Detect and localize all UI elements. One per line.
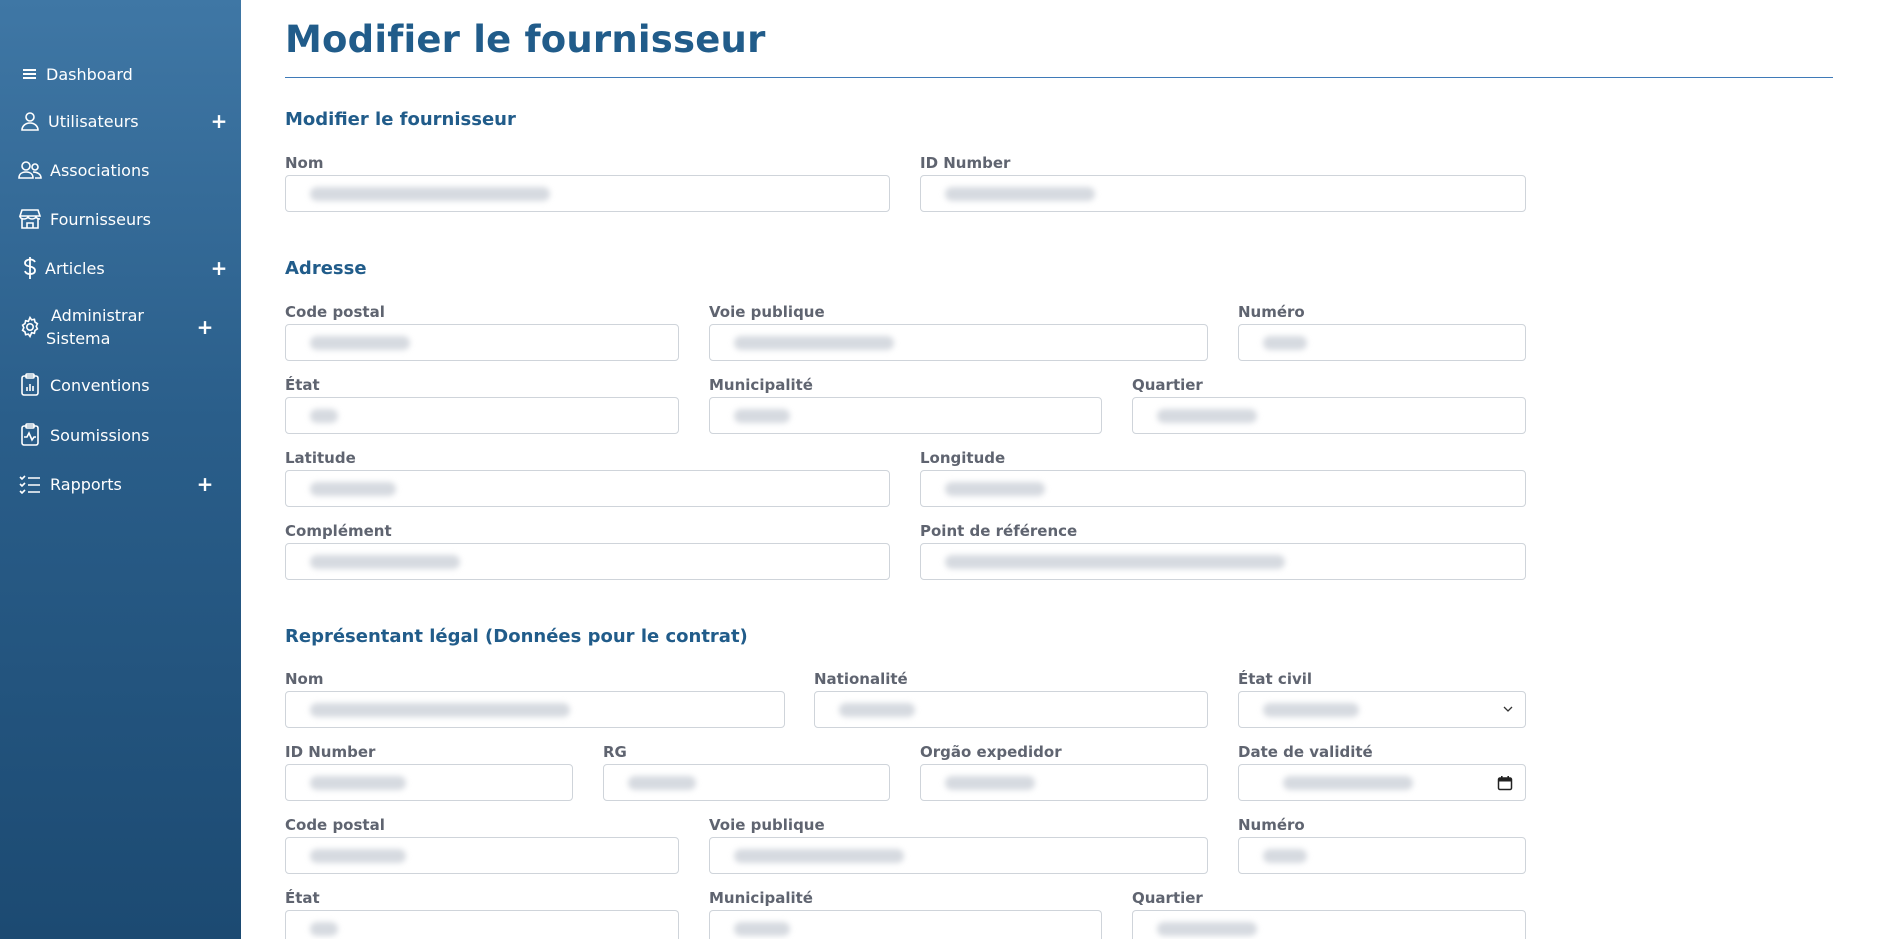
clipboard-pulse-icon [18, 423, 42, 447]
sidebar-item-dashboard[interactable]: Dashboard [0, 57, 241, 91]
legal-rep-number-input[interactable] [1238, 837, 1526, 874]
chevron-down-icon [1501, 702, 1515, 716]
legal-rep-city-input[interactable] [709, 910, 1102, 939]
supplier-id-input[interactable] [920, 175, 1526, 212]
legal-rep-nationality-label: Nationalité [814, 670, 908, 688]
store-icon [18, 207, 42, 231]
gear-icon [18, 315, 42, 339]
legal-rep-state-input[interactable] [285, 910, 679, 939]
sidebar-item-label: Administrar Sistema [46, 306, 145, 348]
sidebar-item-label: Associations [50, 160, 150, 180]
address-state-label: État [285, 376, 320, 394]
dollar-icon [18, 256, 42, 280]
legal-rep-district-label: Quartier [1132, 889, 1203, 907]
checklist-icon [18, 472, 42, 496]
address-postal-code-label: Code postal [285, 303, 385, 321]
sidebar-item-soumissions[interactable]: Soumissions [0, 418, 241, 452]
address-longitude-label: Longitude [920, 449, 1006, 467]
address-latitude-input[interactable] [285, 470, 890, 507]
legal-rep-issuer-label: Orgão expedidor [920, 743, 1062, 761]
sidebar: Dashboard Utilisateurs + Associations Fo… [0, 0, 241, 939]
address-street-label: Voie publique [709, 303, 825, 321]
legal-rep-city-label: Municipalité [709, 889, 813, 907]
address-complement-label: Complément [285, 522, 392, 540]
address-number-label: Numéro [1238, 303, 1305, 321]
legal-rep-validity-date-input[interactable] [1238, 764, 1526, 801]
sidebar-item-label: Dashboard [46, 64, 133, 84]
page-title: Modifier le fournisseur [285, 18, 766, 61]
sidebar-item-label: Utilisateurs [48, 111, 139, 131]
section-title-legal-rep: Représentant légal (Données pour le cont… [285, 626, 748, 647]
supplier-name-input[interactable] [285, 175, 890, 212]
legal-rep-street-label: Voie publique [709, 816, 825, 834]
sidebar-item-rapports[interactable]: Rapports + [0, 467, 241, 501]
legal-rep-validity-label: Date de validité [1238, 743, 1373, 761]
legal-rep-rg-label: RG [603, 743, 627, 761]
sidebar-item-conventions[interactable]: Conventions [0, 368, 241, 402]
user-icon [18, 109, 42, 133]
legal-rep-id-input[interactable] [285, 764, 573, 801]
legal-rep-district-input[interactable] [1132, 910, 1526, 939]
section-title-supplier: Modifier le fournisseur [285, 109, 516, 130]
expand-icon[interactable]: + [211, 111, 228, 131]
legal-rep-name-label: Nom [285, 670, 324, 688]
address-district-label: Quartier [1132, 376, 1203, 394]
main-content: Modifier le fournisseur Modifier le four… [285, 0, 1835, 939]
sidebar-item-label: Fournisseurs [50, 209, 152, 229]
calendar-icon[interactable] [1497, 775, 1513, 791]
title-divider [285, 77, 1833, 78]
address-reference-input[interactable] [920, 543, 1526, 580]
legal-rep-marital-status-label: État civil [1238, 670, 1313, 688]
sidebar-item-associations[interactable]: Associations [0, 153, 241, 187]
legal-rep-nationality-input[interactable] [814, 691, 1208, 728]
address-latitude-label: Latitude [285, 449, 356, 467]
address-longitude-input[interactable] [920, 470, 1526, 507]
address-street-input[interactable] [709, 324, 1208, 361]
address-state-input[interactable] [285, 397, 679, 434]
expand-icon[interactable]: + [211, 258, 228, 278]
legal-rep-number-label: Numéro [1238, 816, 1305, 834]
legal-rep-id-label: ID Number [285, 743, 376, 761]
legal-rep-street-input[interactable] [709, 837, 1208, 874]
legal-rep-rg-input[interactable] [603, 764, 890, 801]
legal-rep-issuer-input[interactable] [920, 764, 1208, 801]
legal-rep-postal-code-input[interactable] [285, 837, 679, 874]
section-title-address: Adresse [285, 258, 367, 279]
menu-icon [18, 62, 42, 86]
address-reference-label: Point de référence [920, 522, 1078, 540]
address-complement-input[interactable] [285, 543, 890, 580]
sidebar-item-label: Rapports [50, 474, 122, 494]
expand-icon[interactable]: + [197, 474, 214, 494]
sidebar-item-administrar-sistema[interactable]: Administrar Sistema + [0, 304, 241, 350]
address-city-label: Municipalité [709, 376, 813, 394]
sidebar-item-label: Conventions [50, 375, 150, 395]
legal-rep-marital-status-select[interactable] [1238, 691, 1526, 728]
sidebar-item-label: Articles [45, 258, 105, 278]
legal-rep-name-input[interactable] [285, 691, 785, 728]
sidebar-item-label: Soumissions [50, 425, 150, 445]
address-district-input[interactable] [1132, 397, 1526, 434]
expand-icon[interactable]: + [197, 317, 214, 337]
supplier-name-label: Nom [285, 154, 324, 172]
address-postal-code-input[interactable] [285, 324, 679, 361]
sidebar-item-articles[interactable]: Articles + [0, 251, 241, 285]
legal-rep-state-label: État [285, 889, 320, 907]
address-number-input[interactable] [1238, 324, 1526, 361]
supplier-id-label: ID Number [920, 154, 1011, 172]
users-icon [18, 158, 42, 182]
sidebar-item-utilisateurs[interactable]: Utilisateurs + [0, 104, 241, 138]
legal-rep-postal-code-label: Code postal [285, 816, 385, 834]
clipboard-chart-icon [18, 373, 42, 397]
sidebar-item-fournisseurs[interactable]: Fournisseurs [0, 202, 241, 236]
address-city-input[interactable] [709, 397, 1102, 434]
